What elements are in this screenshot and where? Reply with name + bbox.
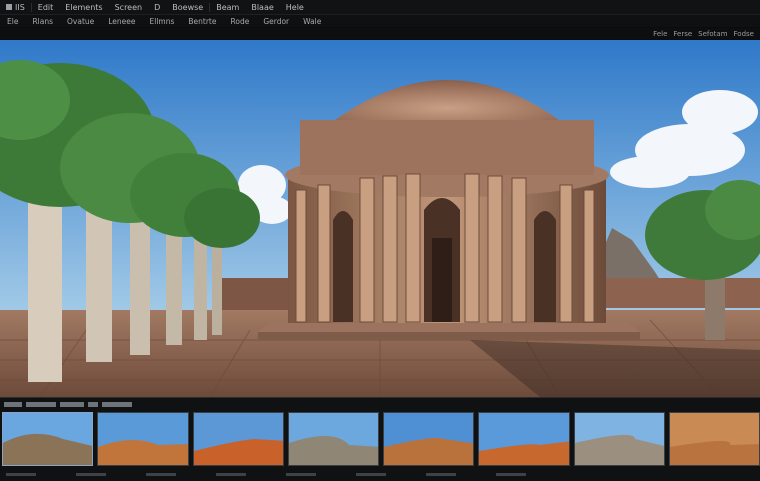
- filmstrip-footer: [0, 470, 760, 478]
- thumb-caption-bar: [146, 472, 176, 476]
- filmstrip: [0, 412, 760, 468]
- toolbar-item[interactable]: Rlans: [25, 17, 60, 26]
- rotunda-door: [432, 238, 452, 322]
- thumbnail-image: [193, 413, 283, 465]
- thumbnail-image: [479, 413, 569, 465]
- menu-label: Screen: [114, 2, 143, 12]
- toolbar-item[interactable]: Gerdor: [256, 17, 296, 26]
- menu-label: Edit: [37, 2, 54, 12]
- menu-item-beam[interactable]: Beam: [209, 2, 245, 12]
- view-option[interactable]: Sefotam: [698, 30, 727, 38]
- menu-label: Boewse: [172, 2, 204, 12]
- thumbnail-image: [669, 413, 759, 465]
- toolbar-item[interactable]: Bentrte: [181, 17, 223, 26]
- menu-item-blaae[interactable]: Blaae: [245, 3, 279, 12]
- rotunda-attic: [300, 120, 594, 175]
- thumbnail-image: [288, 413, 378, 465]
- filmstrip-panel: [0, 397, 760, 481]
- thumbnail-image: [3, 413, 93, 465]
- thumbnail-image: [574, 413, 664, 465]
- menu-item-screen[interactable]: Screen: [109, 3, 149, 12]
- menu-item-elements[interactable]: Elements: [59, 3, 108, 12]
- thumb-caption-bar: [496, 472, 526, 476]
- thumb-caption-bar: [216, 472, 246, 476]
- menu-label: Elements: [65, 2, 103, 12]
- toolbar-item[interactable]: Ele: [0, 17, 25, 26]
- filmstrip-thumbnail[interactable]: [287, 412, 379, 466]
- thumbnail-image: [98, 413, 188, 465]
- view-option[interactable]: Fodse: [734, 30, 754, 38]
- toolbar-item[interactable]: Ellmns: [143, 17, 182, 26]
- thumb-caption-bar: [76, 472, 106, 476]
- menu-label: Beam: [216, 2, 240, 12]
- view-option[interactable]: Ferse: [673, 30, 692, 38]
- filmstrip-control[interactable]: [4, 401, 22, 407]
- filmstrip-control[interactable]: [26, 401, 56, 407]
- menu-item-boewse[interactable]: Boewse: [166, 3, 209, 12]
- back-wall-right: [600, 278, 760, 308]
- filmstrip-thumbnail[interactable]: [383, 412, 475, 466]
- thumb-caption-bar: [356, 472, 386, 476]
- image-viewport[interactable]: [0, 40, 760, 397]
- toolbar-item[interactable]: Leneee: [101, 17, 142, 26]
- toolbar-item[interactable]: Rode: [223, 17, 256, 26]
- menu-label: Hele: [285, 2, 304, 12]
- filmstrip-thumbnail[interactable]: [192, 412, 284, 466]
- thumb-caption-bar: [426, 472, 456, 476]
- filmstrip-thumbnail[interactable]: [573, 412, 665, 466]
- menu-item-edit[interactable]: Edit: [30, 2, 60, 12]
- filmstrip-thumbnail[interactable]: [668, 412, 760, 466]
- filmstrip-thumbnail[interactable]: [2, 412, 94, 466]
- filmstrip-header: [0, 400, 760, 408]
- view-options-bar: Fele Ferse Sefotam Fodse: [0, 28, 760, 39]
- menu-item-hele[interactable]: Hele: [280, 3, 310, 12]
- toolbar-item[interactable]: Ovatue: [60, 17, 101, 26]
- menu-item-d[interactable]: D: [148, 3, 166, 12]
- rotunda-step-base: [258, 332, 640, 340]
- menu-bar: IIS Edit Elements Screen D Boewse Beam B…: [0, 0, 760, 15]
- menu-label: Blaae: [251, 2, 274, 12]
- filmstrip-thumbnail[interactable]: [97, 412, 189, 466]
- filmstrip-thumbnail[interactable]: [478, 412, 570, 466]
- scene-render: [0, 40, 760, 397]
- thumbnail-image: [384, 413, 474, 465]
- filmstrip-control[interactable]: [60, 401, 84, 407]
- view-option[interactable]: Fele: [653, 30, 667, 38]
- menu-item-iis[interactable]: IIS: [0, 3, 31, 12]
- app-icon: [6, 4, 12, 10]
- toolbar-item[interactable]: Wale: [296, 17, 328, 26]
- thumb-caption-bar: [6, 472, 36, 476]
- thumb-caption-bar: [286, 472, 316, 476]
- menu-label: D: [154, 2, 161, 12]
- menu-label: IIS: [15, 2, 25, 12]
- toolbar: Ele Rlans Ovatue Leneee Ellmns Bentrte R…: [0, 15, 760, 27]
- filmstrip-control[interactable]: [88, 401, 98, 407]
- filmstrip-control[interactable]: [102, 401, 132, 407]
- back-wall-left: [220, 278, 290, 310]
